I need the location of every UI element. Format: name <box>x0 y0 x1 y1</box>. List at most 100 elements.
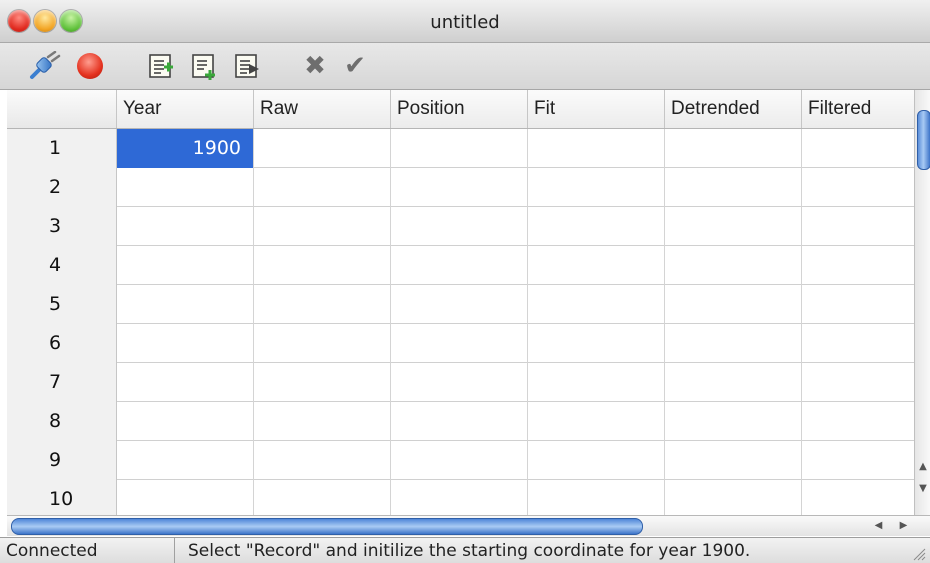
row-number[interactable]: 1 <box>7 129 117 168</box>
row-number[interactable]: 6 <box>7 324 117 363</box>
scroll-right-arrow-icon[interactable]: ▶ <box>900 520 908 531</box>
horizontal-scrollbar[interactable]: ◀ ▶ <box>7 515 930 536</box>
table-cell[interactable] <box>254 441 391 480</box>
table-cell[interactable] <box>254 207 391 246</box>
table-row: 9 <box>7 441 914 480</box>
vertical-scroll-thumb[interactable] <box>917 110 930 170</box>
table-cell-year[interactable] <box>117 441 254 480</box>
table-row: 3 <box>7 207 914 246</box>
table-cell[interactable] <box>528 285 665 324</box>
table-cell[interactable] <box>665 480 802 515</box>
table-cell[interactable] <box>254 285 391 324</box>
row-number[interactable]: 2 <box>7 168 117 207</box>
table-cell[interactable] <box>665 324 802 363</box>
table-cell[interactable] <box>528 246 665 285</box>
record-icon[interactable] <box>77 53 103 79</box>
table-cell-year[interactable] <box>117 363 254 402</box>
scroll-down-arrow-icon[interactable]: ▼ <box>917 482 929 496</box>
table-cell-year[interactable] <box>117 285 254 324</box>
table-cell[interactable] <box>391 207 528 246</box>
table-cell[interactable] <box>802 129 914 168</box>
table-cell[interactable] <box>391 246 528 285</box>
table-cell[interactable] <box>391 441 528 480</box>
table-cell-year[interactable] <box>117 168 254 207</box>
table-cell[interactable] <box>528 324 665 363</box>
table-cell[interactable] <box>528 129 665 168</box>
table-cell-year[interactable] <box>117 207 254 246</box>
table-cell[interactable] <box>391 168 528 207</box>
table-cell[interactable] <box>802 441 914 480</box>
table-cell[interactable] <box>802 480 914 515</box>
table-cell[interactable] <box>802 402 914 441</box>
row-number[interactable]: 10 <box>7 480 117 515</box>
table-cell[interactable] <box>802 207 914 246</box>
column-header-detrended[interactable]: Detrended <box>665 90 802 128</box>
table-cell[interactable] <box>665 441 802 480</box>
table-cell[interactable] <box>802 168 914 207</box>
table-cell[interactable] <box>254 168 391 207</box>
table-cell[interactable] <box>665 129 802 168</box>
data-table: Year Raw Position Fit Detrended Filtered… <box>7 90 914 515</box>
horizontal-scroll-thumb[interactable] <box>11 518 643 535</box>
table-cell[interactable] <box>254 246 391 285</box>
accept-icon[interactable]: ✔ <box>340 51 370 81</box>
table-cell[interactable] <box>665 285 802 324</box>
window-title: untitled <box>430 12 500 33</box>
scroll-up-arrow-icon[interactable]: ▲ <box>917 460 929 474</box>
insert-row-icon[interactable] <box>190 52 218 80</box>
vertical-scrollbar[interactable]: ▲ ▼ <box>914 90 930 515</box>
table-cell[interactable] <box>528 402 665 441</box>
table-cell[interactable] <box>528 363 665 402</box>
column-header-filtered[interactable]: Filtered <box>802 90 914 128</box>
row-number[interactable]: 4 <box>7 246 117 285</box>
table-cell[interactable] <box>802 246 914 285</box>
toolbar: ✖ ✔ <box>0 43 930 90</box>
connect-icon[interactable] <box>28 51 62 81</box>
table-cell[interactable] <box>802 285 914 324</box>
table-cell[interactable] <box>391 480 528 515</box>
scroll-left-arrow-icon[interactable]: ◀ <box>875 520 883 531</box>
table-cell-year[interactable]: 1900 <box>117 129 254 168</box>
table-cell[interactable] <box>665 402 802 441</box>
table-cell[interactable] <box>665 246 802 285</box>
row-number[interactable]: 3 <box>7 207 117 246</box>
table-cell[interactable] <box>254 363 391 402</box>
row-number[interactable]: 7 <box>7 363 117 402</box>
table-cell[interactable] <box>391 285 528 324</box>
table-cell[interactable] <box>528 207 665 246</box>
table-cell[interactable] <box>665 168 802 207</box>
table-cell[interactable] <box>528 441 665 480</box>
table-cell[interactable] <box>391 363 528 402</box>
add-row-icon[interactable] <box>147 52 175 80</box>
table-cell[interactable] <box>254 402 391 441</box>
table-cell[interactable] <box>391 402 528 441</box>
row-number[interactable]: 8 <box>7 402 117 441</box>
table-cell[interactable] <box>802 324 914 363</box>
table-cell[interactable] <box>391 324 528 363</box>
row-number[interactable]: 9 <box>7 441 117 480</box>
table-cell[interactable] <box>254 129 391 168</box>
status-message: Select "Record" and initilize the starti… <box>188 541 751 561</box>
table-cell-year[interactable] <box>117 402 254 441</box>
column-header-year[interactable]: Year <box>117 90 254 128</box>
delete-row-icon[interactable] <box>233 52 261 80</box>
table-cell[interactable] <box>528 480 665 515</box>
table-cell[interactable] <box>528 168 665 207</box>
column-header-raw[interactable]: Raw <box>254 90 391 128</box>
column-header-position[interactable]: Position <box>391 90 528 128</box>
table-cell[interactable] <box>254 324 391 363</box>
cancel-icon[interactable]: ✖ <box>300 51 330 81</box>
table-cell-year[interactable] <box>117 480 254 515</box>
table-cell[interactable] <box>665 207 802 246</box>
table-cell-year[interactable] <box>117 246 254 285</box>
table-cell[interactable] <box>254 480 391 515</box>
table-cell[interactable] <box>665 363 802 402</box>
row-number[interactable]: 5 <box>7 285 117 324</box>
table-cell[interactable] <box>802 363 914 402</box>
table-row: 5 <box>7 285 914 324</box>
table-header: Year Raw Position Fit Detrended Filtered <box>7 90 914 129</box>
resize-grip-icon[interactable] <box>912 547 926 561</box>
table-cell[interactable] <box>391 129 528 168</box>
table-cell-year[interactable] <box>117 324 254 363</box>
column-header-fit[interactable]: Fit <box>528 90 665 128</box>
